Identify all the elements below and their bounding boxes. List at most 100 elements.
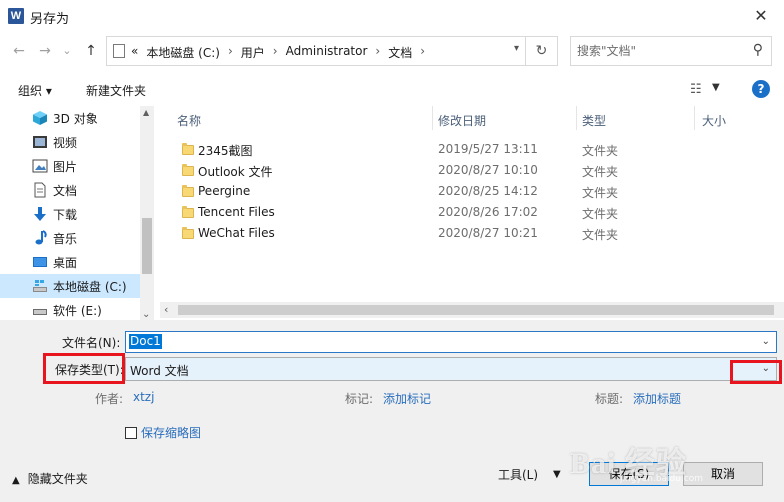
save-thumbnail-checkbox[interactable] [125, 427, 137, 439]
file-date: 2020/8/27 10:10 [438, 163, 538, 177]
column-divider[interactable] [432, 106, 433, 130]
folder-icon [182, 206, 194, 218]
search-box[interactable]: ⚲ [570, 36, 772, 66]
cancel-button[interactable]: 取消 [683, 462, 763, 486]
table-row[interactable]: Tencent Files 2020/8/26 17:02 文件夹 [160, 203, 720, 224]
sidebar-item-software-e[interactable]: 软件 (E:) [0, 298, 140, 320]
up-arrow-icon[interactable]: ↑ [80, 40, 102, 62]
chevron-down-icon[interactable]: ⌄ [762, 336, 770, 347]
breadcrumb-drive[interactable]: 本地磁盘 (C:) [146, 44, 220, 61]
sidebar-item-downloads[interactable]: 下载 [0, 202, 140, 226]
sidebar-item-label: 视频 [53, 135, 78, 150]
cube-icon [33, 111, 47, 125]
column-header-size[interactable]: 大小 [702, 112, 726, 129]
table-row[interactable]: Peergine 2020/8/25 14:12 文件夹 [160, 182, 720, 203]
chevron-down-icon[interactable]: ⌄ [762, 363, 770, 374]
view-dropdown-icon[interactable]: ▼ [712, 82, 720, 93]
close-icon[interactable]: ✕ [738, 0, 784, 32]
back-arrow-icon[interactable]: ← [8, 40, 30, 62]
filetype-label: 保存类型(T): [55, 363, 124, 377]
view-options-icon[interactable]: ☷ [690, 82, 702, 97]
scroll-down-icon[interactable]: ⌄ [142, 309, 150, 320]
table-row[interactable]: Outlook 文件 2020/8/27 10:10 文件夹 [160, 161, 720, 182]
sidebar-item-label: 软件 (E:) [53, 303, 102, 318]
column-divider[interactable] [576, 106, 577, 130]
file-date: 2020/8/26 17:02 [438, 205, 538, 219]
column-header-type[interactable]: 类型 [582, 112, 606, 129]
navigation-pane: 3D 对象 视频 图片 文档 下载 音乐 桌面 本地磁盘 (C:) 软件 (E:… [0, 106, 154, 320]
help-icon[interactable]: ? [752, 80, 770, 98]
breadcrumb-separator[interactable]: › [375, 44, 380, 61]
scroll-up-icon[interactable]: ▲ [143, 108, 149, 117]
scroll-left-icon[interactable]: ‹ [164, 303, 168, 316]
sidebar-item-label: 本地磁盘 (C:) [53, 279, 127, 294]
breadcrumb-overflow[interactable]: « [131, 44, 138, 61]
chevron-up-icon: ▲ [12, 475, 20, 486]
command-toolbar: 组织 ▾ 新建文件夹 ☷ ▼ ? [0, 72, 784, 106]
file-list: 名称 修改日期 类型 大小 2345截图 2019/5/27 13:11 文件夹… [160, 106, 784, 302]
tools-menu-button[interactable]: 工具(L) [498, 466, 538, 483]
new-folder-button[interactable]: 新建文件夹 [86, 82, 146, 99]
column-header-name[interactable]: 名称 [177, 112, 201, 129]
author-field[interactable]: xtzj [133, 390, 154, 404]
file-type: 文件夹 [582, 228, 619, 242]
column-divider[interactable] [694, 106, 695, 130]
breadcrumb-user[interactable]: Administrator [286, 44, 368, 61]
save-options-pane: 文件名(N): Doc1 ⌄ 保存类型(T): Word 文档 ⌄ 作者: xt… [0, 320, 784, 502]
filename-field[interactable]: Doc1 ⌄ [125, 331, 777, 353]
tags-label: 标记: [345, 392, 374, 406]
sidebar-scrollbar[interactable]: ▲ ⌄ [140, 106, 154, 320]
desktop-icon [33, 257, 47, 267]
scrollbar-thumb[interactable] [142, 218, 152, 274]
sidebar-item-3d-objects[interactable]: 3D 对象 [0, 106, 140, 130]
title-field[interactable]: 添加标题 [633, 390, 681, 407]
save-button[interactable]: 保存(S) [589, 462, 669, 486]
filetype-select[interactable]: Word 文档 ⌄ [125, 357, 777, 381]
sidebar-item-music[interactable]: 音乐 [0, 226, 140, 250]
file-name: 2345截图 [198, 144, 253, 158]
refresh-icon[interactable]: ↻ [525, 37, 557, 65]
breadcrumb-separator[interactable]: › [420, 44, 425, 61]
forward-arrow-icon[interactable]: → [34, 40, 56, 62]
breadcrumb-separator[interactable]: › [273, 44, 278, 61]
file-type: 文件夹 [582, 165, 619, 179]
file-name: Peergine [198, 184, 251, 198]
sidebar-item-label: 下载 [53, 207, 78, 222]
sidebar-item-documents[interactable]: 文档 [0, 178, 140, 202]
drive-icon [33, 280, 47, 292]
organize-menu-button[interactable]: 组织 ▾ [18, 82, 52, 99]
column-header-date[interactable]: 修改日期 [438, 112, 486, 129]
breadcrumb-users[interactable]: 用户 [241, 44, 265, 61]
address-dropdown-icon[interactable]: ▾ [514, 43, 519, 54]
download-icon [34, 207, 46, 221]
search-icon[interactable]: ⚲ [753, 42, 763, 58]
file-name: Outlook 文件 [198, 165, 273, 179]
location-icon [113, 44, 125, 58]
file-type: 文件夹 [582, 207, 619, 221]
breadcrumb-folder[interactable]: 文档 [388, 44, 412, 61]
filename-value[interactable]: Doc1 [129, 334, 162, 349]
search-input[interactable] [577, 43, 737, 59]
hide-folders-toggle[interactable]: ▲ 隐藏文件夹 [12, 470, 88, 487]
scrollbar-thumb[interactable] [178, 305, 774, 315]
sidebar-item-desktop[interactable]: 桌面 [0, 250, 140, 274]
table-row[interactable]: 2345截图 2019/5/27 13:11 文件夹 [160, 140, 720, 161]
breadcrumb-separator[interactable]: › [228, 44, 233, 61]
sidebar-item-label: 3D 对象 [53, 111, 98, 126]
sidebar-item-videos[interactable]: 视频 [0, 130, 140, 154]
table-row[interactable]: WeChat Files 2020/8/27 10:21 文件夹 [160, 224, 720, 245]
filename-label: 文件名(N): [62, 336, 121, 350]
recent-locations-chevron-icon[interactable]: ⌄ [56, 40, 78, 62]
chevron-down-icon[interactable]: ▼ [553, 469, 561, 480]
address-bar[interactable]: « 本地磁盘 (C:) › 用户 › Administrator › 文档 › … [106, 36, 558, 66]
folder-icon [182, 143, 194, 155]
sidebar-item-local-disk-c[interactable]: 本地磁盘 (C:) [0, 274, 140, 298]
tags-field[interactable]: 添加标记 [383, 390, 431, 407]
author-label: 作者: [95, 392, 124, 406]
file-date: 2020/8/27 10:21 [438, 226, 538, 240]
save-thumbnail-label[interactable]: 保存缩略图 [141, 424, 201, 441]
sidebar-item-pictures[interactable]: 图片 [0, 154, 140, 178]
horizontal-scrollbar[interactable]: ‹ [160, 302, 784, 318]
file-type: 文件夹 [582, 186, 619, 200]
file-name: WeChat Files [198, 226, 275, 240]
